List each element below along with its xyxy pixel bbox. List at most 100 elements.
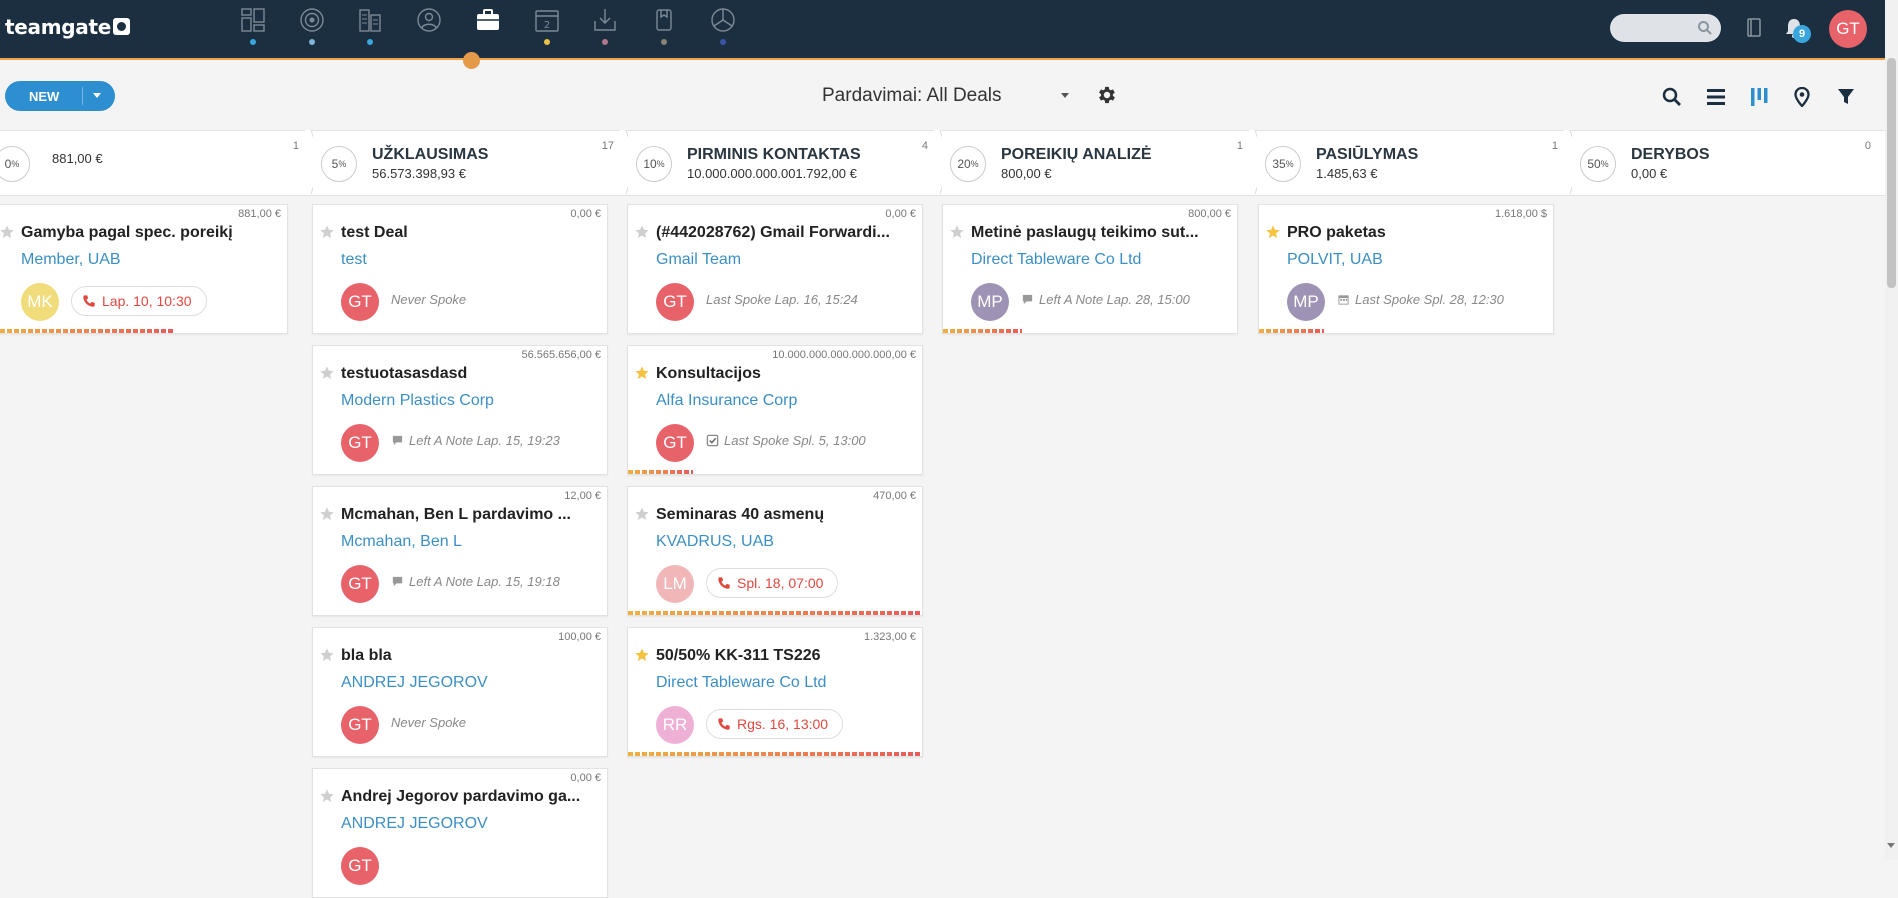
favorite-star-icon[interactable] <box>0 224 15 240</box>
deal-title[interactable]: 50/50% KK-311 TS226 <box>656 647 901 665</box>
favorite-star-icon[interactable] <box>634 647 650 663</box>
deal-company-link[interactable]: Mcmahan, Ben L <box>341 533 462 551</box>
user-avatar[interactable]: GT <box>1829 10 1867 48</box>
favorite-star-icon[interactable] <box>1265 224 1281 240</box>
deal-company-link[interactable]: Gmail Team <box>656 251 741 269</box>
scheduled-call-pill[interactable]: Spl. 18, 07:00 <box>706 568 839 598</box>
new-dropdown-caret-icon[interactable] <box>93 93 101 98</box>
deal-title[interactable]: Gamyba pagal spec. poreikį <box>21 224 266 242</box>
deal-card[interactable]: 881,00 € Gamyba pagal spec. poreikį Member… <box>0 204 288 334</box>
owner-avatar[interactable]: MP <box>971 283 1009 321</box>
inbox-download-icon[interactable] <box>589 4 621 36</box>
deal-company-link[interactable]: ANDREJ JEGOROV <box>341 674 488 692</box>
deal-title[interactable]: Metinė paslaugų teikimo sut... <box>971 224 1216 242</box>
deal-title[interactable]: Mcmahan, Ben L pardavimo ... <box>341 506 586 524</box>
deal-company-link[interactable]: KVADRUS, UAB <box>656 533 774 551</box>
owner-avatar[interactable]: GT <box>341 565 379 603</box>
deal-company-link[interactable]: Member, UAB <box>21 251 121 269</box>
nav-indicator-dot <box>602 39 608 45</box>
documents-icon[interactable] <box>648 4 680 36</box>
contacts-icon[interactable] <box>413 4 445 36</box>
global-search[interactable] <box>1610 14 1721 44</box>
owner-avatar[interactable]: MP <box>1287 283 1325 321</box>
stage-probability-badge: 20% <box>950 146 986 182</box>
deal-company-link[interactable]: ANDREJ JEGOROV <box>341 815 488 833</box>
favorite-star-icon[interactable] <box>634 506 650 522</box>
deal-card[interactable]: 12,00 € Mcmahan, Ben L pardavimo ... Mcmah… <box>312 486 608 616</box>
pipeline-stage-header[interactable]: 0% 881,00 € 1 <box>0 130 313 196</box>
deals-briefcase-icon[interactable] <box>472 4 504 36</box>
deal-title[interactable]: bla bla <box>341 647 586 665</box>
calendar-icon[interactable]: 2 <box>531 4 563 36</box>
deal-title[interactable]: testuotasasdasd <box>341 365 586 383</box>
pipeline-stage-header[interactable]: 10% PIRMINIS KONTAKTAS 10.000.000.000.001.… <box>628 130 942 196</box>
scroll-down-arrow-icon[interactable] <box>1887 843 1895 848</box>
deal-company-link[interactable]: test <box>341 251 367 269</box>
reports-pie-icon[interactable] <box>707 4 739 36</box>
app-logo[interactable]: teamgate <box>5 15 130 39</box>
companies-icon[interactable] <box>354 4 386 36</box>
deal-title[interactable]: Andrej Jegorov pardavimo ga... <box>341 788 586 806</box>
owner-avatar[interactable]: GT <box>341 847 379 885</box>
toolbar: NEW Pardavimai: All Deals <box>0 60 1898 130</box>
favorite-star-icon[interactable] <box>319 365 335 381</box>
owner-avatar[interactable]: GT <box>341 424 379 462</box>
bookmark-icon[interactable] <box>1741 15 1767 41</box>
list-view-icon[interactable] <box>1705 86 1727 108</box>
deal-title[interactable]: (#442028762) Gmail Forwardi... <box>656 224 901 242</box>
deal-title[interactable]: Seminaras 40 asmenų <box>656 506 901 524</box>
favorite-star-icon[interactable] <box>319 506 335 522</box>
view-title[interactable]: Pardavimai: All Deals <box>822 85 1002 107</box>
global-search-input[interactable] <box>1610 14 1704 44</box>
deal-company-link[interactable]: Modern Plastics Corp <box>341 392 494 410</box>
deal-card[interactable]: 470,00 € Seminaras 40 asmenų KVADRUS, UAB L… <box>627 486 923 616</box>
deal-title[interactable]: Konsultacijos <box>656 365 901 383</box>
pipeline-stage-header[interactable]: 5% UŽKLAUSIMAS 56.573.398,93 € 17 <box>313 130 628 196</box>
favorite-star-icon[interactable] <box>634 365 650 381</box>
search-icon[interactable] <box>1697 20 1713 36</box>
deal-card[interactable]: 100,00 € bla bla ANDREJ JEGOROV GT Never Spo… <box>312 627 608 757</box>
owner-avatar[interactable]: GT <box>341 706 379 744</box>
deal-card[interactable]: 0,00 € Andrej Jegorov pardavimo ga... ANDR… <box>312 768 608 898</box>
board-view-icon[interactable] <box>1748 86 1770 108</box>
favorite-star-icon[interactable] <box>634 224 650 240</box>
deal-card[interactable]: 1.618,00 $ PRO paketas POLVIT, UAB MP Last S… <box>1258 204 1554 334</box>
view-dropdown-caret-icon[interactable] <box>1061 93 1069 98</box>
favorite-star-icon[interactable] <box>319 788 335 804</box>
owner-avatar[interactable]: GT <box>341 283 379 321</box>
deal-company-link[interactable]: Alfa Insurance Corp <box>656 392 797 410</box>
search-icon[interactable] <box>1661 86 1683 108</box>
deal-company-link[interactable]: POLVIT, UAB <box>1287 251 1383 269</box>
filter-icon[interactable] <box>1835 86 1857 108</box>
pipeline-stage-header[interactable]: 50% DERYBOS 0,00 € 0 <box>1572 130 1885 196</box>
deal-company-link[interactable]: Direct Tableware Co Ltd <box>971 251 1141 269</box>
scrollbar-thumb[interactable] <box>1887 58 1896 288</box>
new-button[interactable]: NEW <box>5 81 115 111</box>
deal-company-link[interactable]: Direct Tableware Co Ltd <box>656 674 826 692</box>
deal-card[interactable]: 10.000.000.000.000.000,00 € Konsultacijos… <box>627 345 923 475</box>
deal-card[interactable]: 1.323,00 € 50/50% KK-311 TS226 Direct Tabl… <box>627 627 923 757</box>
favorite-star-icon[interactable] <box>319 647 335 663</box>
pipeline-stage-header[interactable]: 20% POREIKIŲ ANALIZĖ 800,00 € 1 <box>942 130 1257 196</box>
stage-deal-count: 1 <box>1236 140 1243 152</box>
deal-card[interactable]: 0,00 € (#442028762) Gmail Forwardi... Gmai… <box>627 204 923 334</box>
deal-card[interactable]: 0,00 € test Deal test GT Never Spoke <box>312 204 608 334</box>
target-icon[interactable] <box>296 4 328 36</box>
owner-avatar[interactable]: LM <box>656 565 694 603</box>
deal-card[interactable]: 800,00 € Metinė paslaugų teikimo sut... Di… <box>942 204 1238 334</box>
pipeline-stage-header[interactable]: 35% PASIŪLYMAS 1.485,63 € 1 <box>1257 130 1572 196</box>
owner-avatar[interactable]: MK <box>21 283 59 321</box>
owner-avatar[interactable]: RR <box>656 706 694 744</box>
owner-avatar[interactable]: GT <box>656 283 694 321</box>
scheduled-call-pill[interactable]: Lap. 10, 10:30 <box>71 286 207 316</box>
deal-title[interactable]: test Deal <box>341 224 586 242</box>
favorite-star-icon[interactable] <box>949 224 965 240</box>
scheduled-call-pill[interactable]: Rgs. 16, 13:00 <box>706 709 844 739</box>
gear-icon[interactable] <box>1096 84 1118 106</box>
dashboard-icon[interactable] <box>237 4 269 36</box>
deal-title[interactable]: PRO paketas <box>1287 224 1532 242</box>
map-pin-icon[interactable] <box>1791 86 1813 108</box>
owner-avatar[interactable]: GT <box>656 424 694 462</box>
favorite-star-icon[interactable] <box>319 224 335 240</box>
deal-card[interactable]: 56.565.656,00 € testuotasasdasd Modern Pla… <box>312 345 608 475</box>
